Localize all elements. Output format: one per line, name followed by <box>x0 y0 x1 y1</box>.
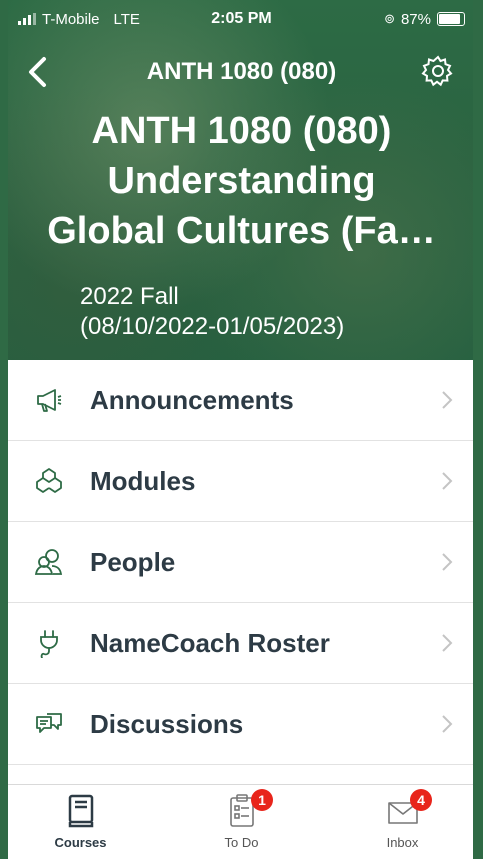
discussion-icon <box>36 713 62 733</box>
tab-inbox[interactable]: 4 Inbox <box>322 785 483 860</box>
chevron-right-icon <box>442 553 453 571</box>
tab-label: To Do <box>224 835 259 850</box>
inbox-badge: 4 <box>410 789 432 811</box>
navigation-bar: ANTH 1080 (080) <box>0 50 483 94</box>
course-title: ANTH 1080 (080) Understanding Global Cul… <box>20 106 463 256</box>
course-title-line: Understanding <box>107 160 376 202</box>
menu-item-label: NameCoach Roster <box>90 627 330 658</box>
menu-item-label: Discussions <box>90 708 244 739</box>
nav-title: ANTH 1080 (080) <box>146 58 337 85</box>
course-title-line: ANTH 1080 (080) <box>91 110 392 152</box>
chevron-right-icon <box>442 634 453 652</box>
battery-icon <box>437 12 465 26</box>
carrier-name: T-Mobile <box>42 10 100 28</box>
signal-icon <box>18 13 36 25</box>
menu-item-label: Modules <box>90 465 196 496</box>
rotation-lock-icon: ⊚ <box>384 11 395 26</box>
tab-courses[interactable]: Courses <box>0 785 161 860</box>
status-time: 2:05 PM <box>211 10 272 27</box>
chevron-right-icon <box>442 472 453 490</box>
menu-item-announcements[interactable]: Announcements <box>0 360 483 441</box>
carrier-info: T-Mobile LTE <box>18 11 140 28</box>
tab-to-do[interactable]: 1 To Do <box>161 785 322 860</box>
menu-item-label: Announcements <box>90 384 294 415</box>
menu-item-modules[interactable]: Modules <box>0 441 483 522</box>
course-term: 2022 Fall (08/10/2022-01/05/2023) <box>80 282 344 342</box>
status-bar: T-Mobile LTE 2:05 PM ⊚ 87% <box>18 8 465 30</box>
menu-item-namecoach-roster[interactable]: NameCoach Roster <box>0 603 483 684</box>
chevron-right-icon <box>442 391 453 409</box>
network-type: LTE <box>113 10 140 28</box>
tab-bar: Courses 1 To Do 4 Inbox <box>0 784 483 860</box>
people-icon <box>34 549 63 575</box>
chevron-left-icon[interactable] <box>26 56 50 88</box>
menu-item-people[interactable]: People <box>0 522 483 603</box>
menu-item-label: People <box>90 546 176 577</box>
chevron-right-icon <box>442 715 453 733</box>
battery-percent: 87% <box>400 10 431 28</box>
modules-icon <box>36 468 62 493</box>
course-header: T-Mobile LTE 2:05 PM ⊚ 87% ANTH 1080 (08… <box>0 0 483 360</box>
gear-icon[interactable] <box>421 54 455 88</box>
term-dates: (08/10/2022-01/05/2023) <box>80 313 345 340</box>
tab-label: Inbox <box>386 835 419 850</box>
course-title-line: Global Cultures (Fa… <box>47 210 436 252</box>
todo-badge: 1 <box>251 789 273 811</box>
menu-item-discussions[interactable]: Discussions <box>0 684 483 765</box>
tab-label: Courses <box>54 835 107 850</box>
book-icon <box>68 794 93 828</box>
plug-icon <box>40 630 58 658</box>
term-name: 2022 Fall <box>80 283 179 310</box>
course-menu: Announcements Modules People NameCoach R… <box>0 360 483 765</box>
megaphone-icon <box>37 389 62 412</box>
battery-info: ⊚ 87% <box>384 11 465 28</box>
